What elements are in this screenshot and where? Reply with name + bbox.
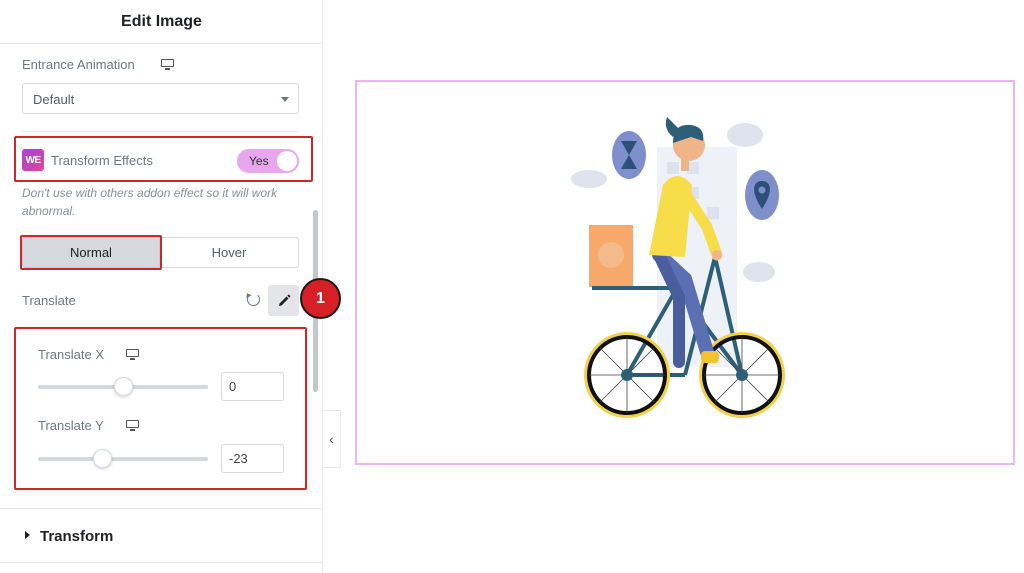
translate-popover: Translate X Translate Y (14, 327, 307, 490)
translate-y-label: Translate Y (38, 418, 104, 433)
translate-x-slider-thumb[interactable] (113, 377, 133, 396)
translate-y-input[interactable] (222, 445, 283, 472)
edit-translate-button[interactable] (268, 285, 299, 316)
translate-y-slider[interactable] (38, 457, 208, 461)
panel-header: Edit Image (0, 0, 322, 44)
pencil-icon (278, 294, 290, 306)
we-logo-icon: WE (22, 149, 44, 171)
divider (0, 508, 322, 509)
translate-x-label: Translate X (38, 347, 104, 362)
toggle-knob (277, 151, 297, 171)
badge-number: 1 (316, 289, 325, 307)
sidebar-panel: Edit Image Entrance Animation Default WE… (0, 0, 323, 573)
divider (22, 131, 299, 132)
translate-y-input-box[interactable] (221, 444, 284, 473)
responsive-monitor-icon[interactable] (161, 59, 174, 70)
responsive-monitor-icon[interactable] (126, 420, 139, 431)
transform-section-label: Transform (40, 528, 114, 545)
entrance-animation-label: Entrance Animation (22, 57, 135, 72)
image-widget-frame[interactable] (355, 80, 1015, 465)
divider (0, 562, 322, 563)
panel-title: Edit Image (121, 12, 202, 30)
responsive-monitor-icon[interactable] (126, 349, 139, 360)
transform-effects-toggle[interactable]: Yes (237, 149, 299, 173)
entrance-animation-value: Default (33, 92, 75, 107)
we-logo-text: WE (25, 154, 41, 166)
translate-x-input-box[interactable] (221, 372, 284, 401)
step-annotation-badge: 1 (300, 278, 341, 319)
translate-x-input[interactable] (222, 373, 283, 400)
reset-icon[interactable] (247, 293, 260, 306)
entrance-animation-select[interactable]: Default (22, 83, 299, 114)
editor-page: Edit Image Entrance Animation Default WE… (0, 0, 1024, 573)
translate-label: Translate (22, 293, 76, 308)
caret-right-icon (25, 531, 30, 539)
transform-effects-note: Don't use with others addon effect so it… (22, 186, 278, 218)
normal-tab-highlight (20, 235, 162, 270)
tab-hover[interactable]: Hover (160, 237, 299, 268)
delivery-cyclist-image (571, 117, 785, 418)
chevron-down-icon (281, 97, 289, 102)
transform-section-toggle[interactable]: Transform (0, 522, 322, 550)
collapse-panel-button[interactable]: ‹ (323, 410, 341, 468)
toggle-yes-label: Yes (249, 154, 269, 168)
transform-effects-label: Transform Effects (51, 153, 153, 168)
chevron-left-icon: ‹ (329, 431, 334, 447)
translate-y-slider-thumb[interactable] (93, 449, 113, 468)
